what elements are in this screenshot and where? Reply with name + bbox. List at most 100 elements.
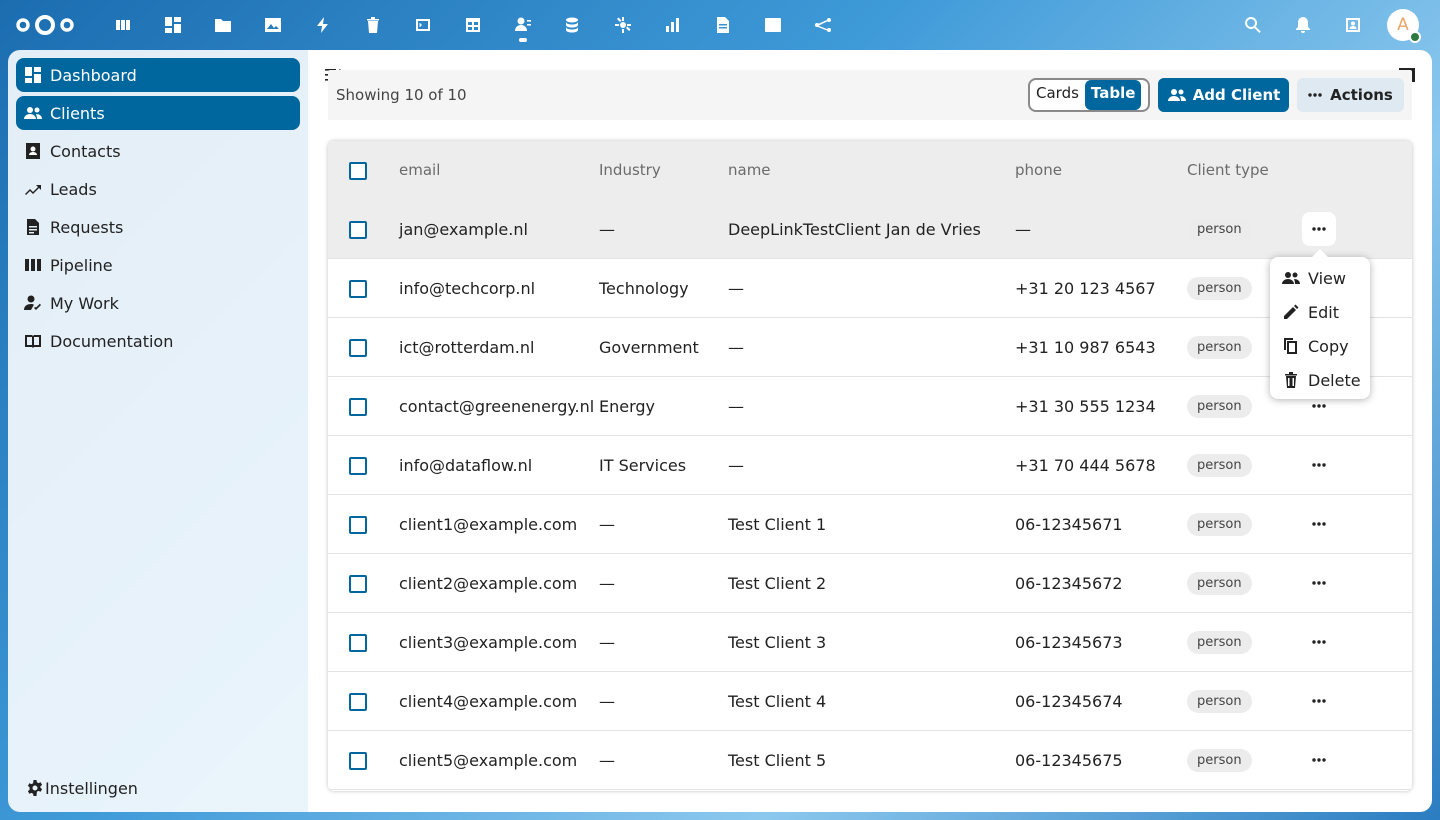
row-checkbox[interactable]	[349, 693, 367, 711]
settings-button[interactable]: Instellingen	[16, 774, 138, 802]
table-row[interactable]: jan@example.nl — DeepLinkTestClient Jan de…	[328, 200, 1412, 259]
cell-name: Test Client 1	[728, 515, 827, 534]
clients-icon	[24, 104, 42, 122]
cell-name: —	[728, 338, 744, 357]
row-checkbox[interactable]	[349, 398, 367, 416]
app-navigation: Dashboard Clients Contacts Leads Request…	[8, 50, 308, 812]
sidebar-item-documentation[interactable]: Documentation	[16, 324, 300, 358]
row-actions-button[interactable]	[1302, 566, 1336, 600]
cell-email: client3@example.com	[399, 633, 578, 652]
row-checkbox[interactable]	[349, 634, 367, 652]
table-row[interactable]: info@dataflow.nl IT Services — +31 70 444 5…	[328, 436, 1412, 495]
sidebar-item-pipeline[interactable]: Pipeline	[16, 248, 300, 282]
column-header-phone[interactable]: phone	[1015, 141, 1062, 200]
flow-icon[interactable]	[798, 0, 848, 50]
row-checkbox[interactable]	[349, 221, 367, 239]
contacts-menu-icon[interactable]	[1328, 0, 1378, 50]
column-header-name[interactable]: name	[728, 141, 771, 200]
table-row[interactable]: client4@example.com — Test Client 4 06-1234…	[328, 672, 1412, 731]
row-actions-button[interactable]	[1302, 448, 1336, 482]
cards-view-button[interactable]: Cards	[1030, 80, 1085, 110]
app-menu	[98, 0, 848, 50]
row-checkbox[interactable]	[349, 516, 367, 534]
code-icon[interactable]	[398, 0, 448, 50]
cell-industry: —	[599, 633, 615, 652]
settings-bug-icon[interactable]	[598, 0, 648, 50]
actions-button[interactable]: Actions	[1297, 78, 1404, 112]
table-row[interactable]: ict@rotterdam.nl Government — +31 10 987 65…	[328, 318, 1412, 377]
column-header-industry[interactable]: Industry	[599, 141, 661, 200]
client-type-badge: person	[1187, 572, 1252, 595]
dashboard-icon[interactable]	[148, 0, 198, 50]
sidebar-item-leads[interactable]: Leads	[16, 172, 300, 206]
row-actions-button[interactable]	[1302, 507, 1336, 541]
sidebar-item-contacts[interactable]: Contacts	[16, 134, 300, 168]
sidebar-item-requests[interactable]: Requests	[16, 210, 300, 244]
clients-table: email Industry name phone Client type ja…	[328, 141, 1412, 791]
menu-item-copy[interactable]: Copy	[1270, 329, 1370, 363]
row-checkbox[interactable]	[349, 280, 367, 298]
table-row[interactable]: info@techcorp.nl Technology — +31 20 123 45…	[328, 259, 1412, 318]
table-row[interactable]: contact@greenenergy.nl Energy — +31 30 555 …	[328, 377, 1412, 436]
database-icon[interactable]	[548, 0, 598, 50]
column-header-email[interactable]: email	[399, 141, 440, 200]
table-row[interactable]: client2@example.com — Test Client 2 06-1234…	[328, 554, 1412, 613]
trash-icon[interactable]	[348, 0, 398, 50]
sidebar-item-clients[interactable]: Clients	[16, 96, 300, 130]
sidebar-item-label: My Work	[50, 293, 119, 313]
row-checkbox[interactable]	[349, 575, 367, 593]
client-type-badge: person	[1187, 631, 1252, 654]
contacts-icon[interactable]	[498, 0, 548, 50]
files-icon[interactable]	[198, 0, 248, 50]
client-type-badge: person	[1187, 513, 1252, 536]
column-header-client-type[interactable]: Client type	[1187, 141, 1269, 200]
document-icon[interactable]	[698, 0, 748, 50]
add-client-button[interactable]: Add Client	[1158, 78, 1289, 112]
table-row[interactable]: client1@example.com — Test Client 1 06-1234…	[328, 495, 1412, 554]
cell-industry: Energy	[599, 397, 656, 416]
menu-item-label: Copy	[1308, 336, 1349, 356]
notifications-bell-icon[interactable]	[1278, 0, 1328, 50]
settings-label: Instellingen	[45, 778, 138, 798]
table-row[interactable]: client5@example.com — Test Client 5 06-1234…	[328, 731, 1412, 790]
row-checkbox[interactable]	[349, 752, 367, 770]
menu-item-view[interactable]: View	[1270, 261, 1370, 295]
client-type-badge: person	[1187, 690, 1252, 713]
sidebar-item-my-work[interactable]: My Work	[16, 286, 300, 320]
cell-industry: —	[599, 220, 615, 239]
file-icon	[24, 218, 42, 236]
photos-icon[interactable]	[248, 0, 298, 50]
sidebar-item-label: Documentation	[50, 331, 174, 351]
image-icon[interactable]	[748, 0, 798, 50]
row-checkbox[interactable]	[349, 457, 367, 475]
activity-icon[interactable]	[298, 0, 348, 50]
search-icon[interactable]	[1228, 0, 1278, 50]
cell-email: ict@rotterdam.nl	[399, 338, 535, 357]
dots-horizontal-icon	[1308, 93, 1322, 97]
deck-icon[interactable]	[98, 0, 148, 50]
sidebar-item-dashboard[interactable]: Dashboard	[16, 58, 300, 92]
row-checkbox[interactable]	[349, 339, 367, 357]
table-row[interactable]: client3@example.com — Test Client 3 06-1234…	[328, 613, 1412, 672]
top-bar: A	[0, 0, 1440, 50]
table-view-button[interactable]: Table	[1084, 80, 1142, 110]
user-avatar[interactable]: A	[1387, 9, 1421, 43]
cell-phone: 06-12345673	[1015, 633, 1123, 652]
chart-icon[interactable]	[648, 0, 698, 50]
tables-icon[interactable]	[448, 0, 498, 50]
cell-email: client4@example.com	[399, 692, 578, 711]
view-mode-toggle: Cards Table	[1028, 78, 1150, 112]
select-all-checkbox[interactable]	[349, 162, 367, 180]
nextcloud-logo-icon[interactable]	[14, 13, 76, 37]
row-actions-button[interactable]	[1302, 684, 1336, 718]
table-header-row: email Industry name phone Client type	[328, 141, 1412, 200]
cell-name: Test Client 3	[728, 633, 827, 652]
row-actions-button[interactable]	[1302, 212, 1336, 246]
menu-item-delete[interactable]: Delete	[1270, 363, 1370, 397]
menu-item-edit[interactable]: Edit	[1270, 295, 1370, 329]
client-type-badge: person	[1187, 749, 1252, 772]
row-actions-button[interactable]	[1302, 743, 1336, 777]
row-actions-button[interactable]	[1302, 625, 1336, 659]
sidebar-item-label: Leads	[50, 179, 97, 199]
cell-email: contact@greenenergy.nl	[399, 397, 595, 416]
